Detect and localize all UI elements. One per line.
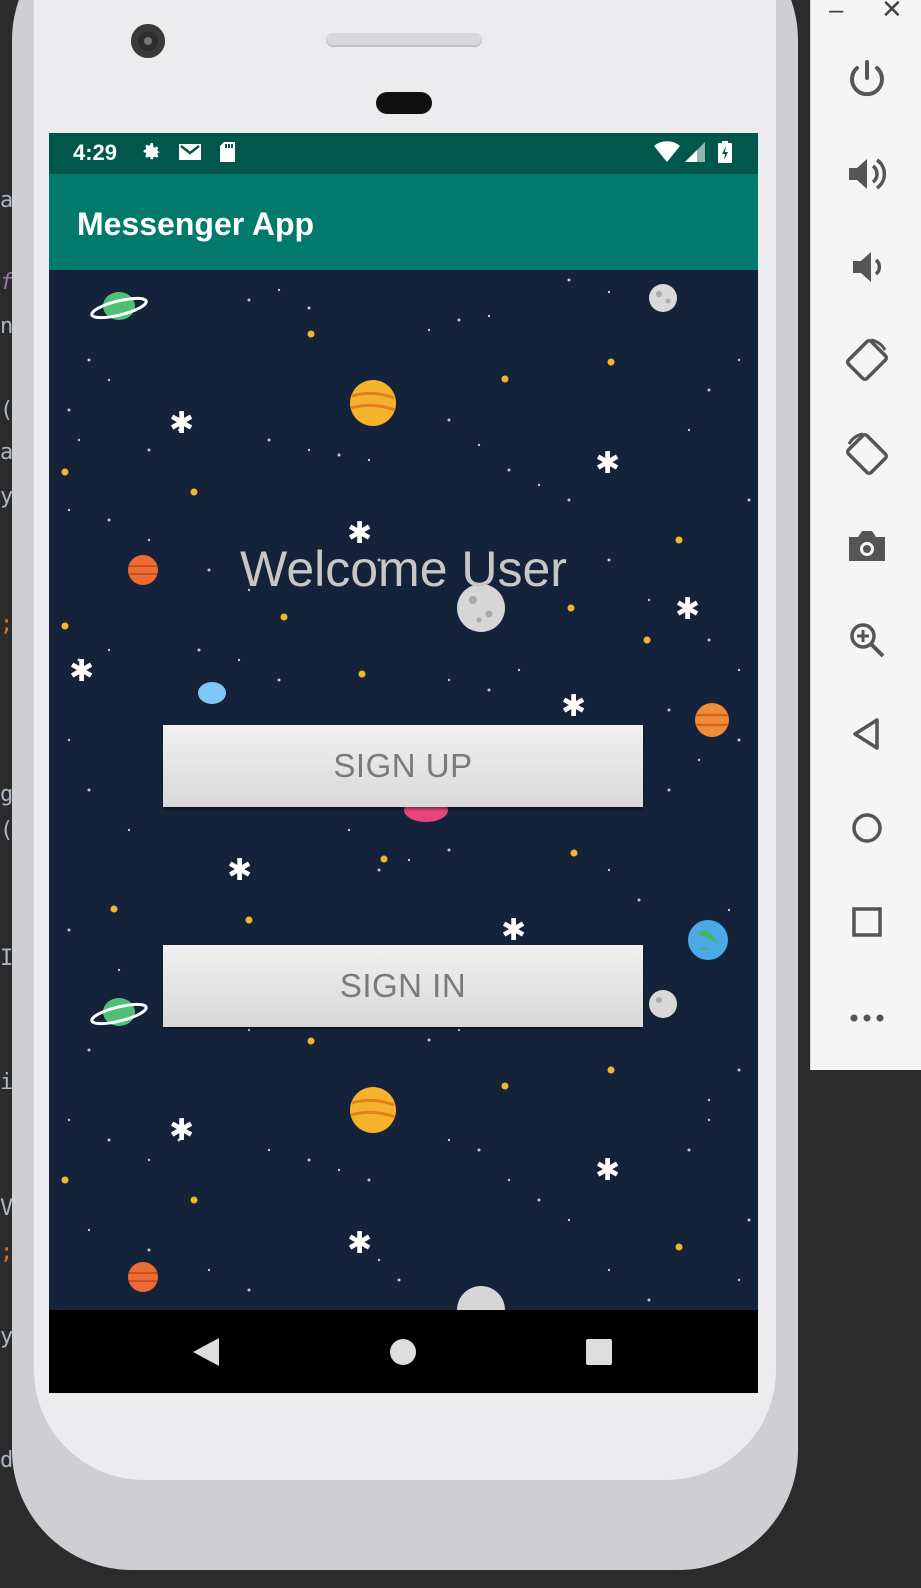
recents-icon[interactable] bbox=[584, 1334, 614, 1375]
phone-screen: 4:29 Messenger App ✱ ✱ ✱ ✱ ✱ ✱ ✱ ✱ ✱ ✱ ✱… bbox=[49, 133, 758, 1393]
rotate-right-icon[interactable] bbox=[841, 428, 893, 480]
welcome-text: Welcome User bbox=[240, 541, 567, 597]
svg-text:✱: ✱ bbox=[227, 853, 252, 888]
power-icon[interactable] bbox=[841, 54, 893, 106]
android-nav-bar bbox=[49, 1310, 758, 1393]
svg-text:✱: ✱ bbox=[501, 913, 526, 948]
space-background: ✱ ✱ ✱ ✱ ✱ ✱ ✱ ✱ ✱ ✱ ✱ Welcome User SIGN … bbox=[49, 270, 758, 1310]
sign-up-button[interactable]: SIGN UP bbox=[163, 725, 643, 807]
home-icon[interactable] bbox=[388, 1334, 418, 1375]
emulator-toolbar: – ✕ bbox=[810, 0, 921, 1070]
minimize-icon[interactable]: – bbox=[829, 0, 843, 25]
zoom-icon[interactable] bbox=[841, 614, 893, 666]
front-camera bbox=[131, 24, 165, 58]
sd-card-icon bbox=[217, 140, 239, 169]
back-icon[interactable] bbox=[189, 1334, 223, 1375]
wifi-icon bbox=[653, 140, 681, 169]
svg-text:✱: ✱ bbox=[595, 446, 620, 481]
home-icon[interactable] bbox=[841, 802, 893, 854]
sign-in-button[interactable]: SIGN IN bbox=[163, 945, 643, 1027]
rotate-left-icon[interactable] bbox=[841, 334, 893, 386]
close-icon[interactable]: ✕ bbox=[881, 0, 903, 25]
svg-text:✱: ✱ bbox=[595, 1153, 620, 1188]
svg-text:✱: ✱ bbox=[347, 1226, 372, 1261]
phone-speaker bbox=[326, 33, 482, 47]
more-icon[interactable] bbox=[841, 990, 893, 1042]
volume-up-icon[interactable] bbox=[841, 148, 893, 200]
svg-text:✱: ✱ bbox=[561, 689, 586, 724]
cell-signal-icon bbox=[683, 140, 707, 169]
status-time: 4:29 bbox=[73, 140, 118, 165]
back-icon[interactable] bbox=[841, 708, 893, 760]
overview-icon[interactable] bbox=[841, 896, 893, 948]
battery-charging-icon bbox=[717, 140, 733, 169]
phone-sensor bbox=[376, 92, 432, 114]
status-bar: 4:29 bbox=[49, 133, 758, 174]
svg-text:✱: ✱ bbox=[169, 406, 194, 441]
gmail-icon bbox=[177, 140, 203, 169]
svg-text:✱: ✱ bbox=[169, 1113, 194, 1148]
camera-icon[interactable] bbox=[841, 521, 893, 573]
svg-text:✱: ✱ bbox=[69, 654, 94, 689]
app-title: Messenger App bbox=[77, 206, 315, 242]
volume-down-icon[interactable] bbox=[841, 241, 893, 293]
white-stars: ✱✱✱ ✱✱✱ ✱✱✱ ✱✱ bbox=[69, 406, 700, 1261]
gear-icon bbox=[139, 140, 163, 169]
app-bar: Messenger App bbox=[49, 174, 758, 270]
